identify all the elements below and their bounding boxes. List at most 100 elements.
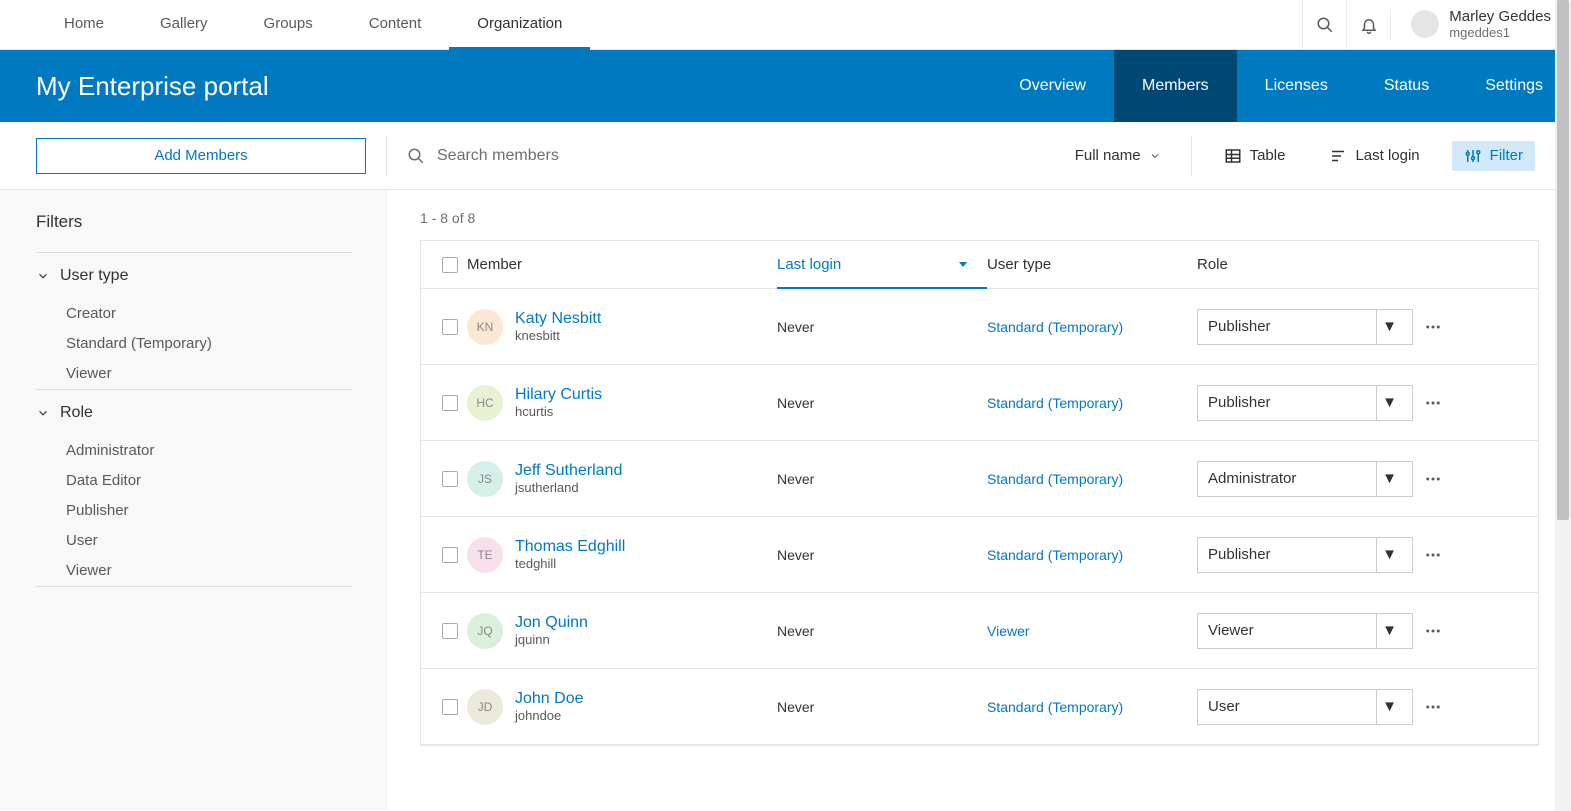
user-type-cell[interactable]: Standard (Temporary) bbox=[987, 319, 1197, 335]
filter-group-user-type[interactable]: User type bbox=[36, 267, 352, 285]
filter-group-role[interactable]: Role bbox=[36, 404, 352, 422]
avatar: JD bbox=[467, 689, 503, 725]
search-icon[interactable] bbox=[1302, 0, 1346, 50]
member-username: jsutherland bbox=[515, 480, 622, 496]
search-members[interactable] bbox=[407, 147, 1045, 165]
nav-item-groups[interactable]: Groups bbox=[236, 0, 341, 50]
table-row: JSJeff SutherlandjsutherlandNeverStandar… bbox=[421, 441, 1538, 517]
member-username: hcurtis bbox=[515, 404, 602, 420]
table-view-button[interactable]: Table bbox=[1212, 141, 1298, 171]
last-login-button[interactable]: Last login bbox=[1317, 141, 1431, 171]
nav-item-content[interactable]: Content bbox=[341, 0, 450, 50]
user-name: Marley Geddes bbox=[1449, 9, 1551, 26]
member-name[interactable]: Hilary Curtis bbox=[515, 385, 602, 404]
last-login-cell: Never bbox=[777, 699, 987, 715]
more-icon[interactable] bbox=[1424, 546, 1442, 564]
members-toolbar: Add Members Full name Table Last login F… bbox=[0, 122, 1571, 190]
filter-item[interactable]: Viewer bbox=[66, 359, 352, 389]
last-login-label: Last login bbox=[1355, 147, 1419, 164]
nav-item-home[interactable]: Home bbox=[36, 0, 132, 50]
more-icon[interactable] bbox=[1424, 470, 1442, 488]
col-last-login-label: Last login bbox=[777, 256, 841, 273]
filter-item[interactable]: Viewer bbox=[66, 556, 352, 586]
filter-label: Filter bbox=[1490, 147, 1523, 164]
portal-title: My Enterprise portal bbox=[36, 71, 991, 102]
member-name[interactable]: Thomas Edghill bbox=[515, 537, 625, 556]
filter-item[interactable]: Administrator bbox=[66, 436, 352, 466]
table-label: Table bbox=[1250, 147, 1286, 164]
list-icon bbox=[1329, 147, 1347, 165]
member-username: knesbitt bbox=[515, 328, 601, 344]
more-icon[interactable] bbox=[1424, 698, 1442, 716]
user-type-cell[interactable]: Standard (Temporary) bbox=[987, 395, 1197, 411]
avatar: JQ bbox=[467, 613, 503, 649]
user-type-cell[interactable]: Viewer bbox=[987, 623, 1197, 639]
filter-item[interactable]: Publisher bbox=[66, 496, 352, 526]
nav-item-gallery[interactable]: Gallery bbox=[132, 0, 236, 50]
row-checkbox[interactable] bbox=[442, 699, 458, 715]
role-select[interactable]: Publisher▼ bbox=[1197, 309, 1413, 345]
col-user-type[interactable]: User type bbox=[987, 256, 1197, 273]
row-checkbox[interactable] bbox=[442, 471, 458, 487]
col-member[interactable]: Member bbox=[467, 256, 777, 273]
role-select[interactable]: Publisher▼ bbox=[1197, 537, 1413, 573]
chevron-down-icon bbox=[36, 269, 50, 283]
tab-members[interactable]: Members bbox=[1114, 50, 1237, 122]
row-checkbox[interactable] bbox=[442, 623, 458, 639]
sort-label: Full name bbox=[1075, 147, 1141, 164]
tab-overview[interactable]: Overview bbox=[991, 50, 1114, 122]
filter-item[interactable]: Creator bbox=[66, 299, 352, 329]
notifications-icon[interactable] bbox=[1346, 0, 1390, 50]
last-login-cell: Never bbox=[777, 319, 987, 335]
filters-heading: Filters bbox=[36, 212, 352, 232]
more-icon[interactable] bbox=[1424, 394, 1442, 412]
row-checkbox[interactable] bbox=[442, 547, 458, 563]
member-name[interactable]: John Doe bbox=[515, 689, 584, 708]
add-members-button[interactable]: Add Members bbox=[36, 138, 366, 174]
more-icon[interactable] bbox=[1424, 622, 1442, 640]
sort-dropdown[interactable]: Full name bbox=[1065, 147, 1171, 164]
filter-item[interactable]: Standard (Temporary) bbox=[66, 329, 352, 359]
filter-button[interactable]: Filter bbox=[1452, 141, 1535, 171]
col-role[interactable]: Role bbox=[1197, 256, 1413, 273]
pager-info: 1 - 8 of 8 bbox=[420, 210, 1539, 226]
role-select[interactable]: Viewer▼ bbox=[1197, 613, 1413, 649]
members-table: Member Last login User type Role KN Katy … bbox=[420, 240, 1539, 746]
nav-item-organization[interactable]: Organization bbox=[449, 0, 590, 50]
row-checkbox[interactable] bbox=[442, 395, 458, 411]
user-type-cell[interactable]: Standard (Temporary) bbox=[987, 471, 1197, 487]
role-select[interactable]: Publisher▼ bbox=[1197, 385, 1413, 421]
user-menu[interactable]: Marley Geddes mgeddes1 bbox=[1390, 9, 1571, 40]
tab-status[interactable]: Status bbox=[1356, 50, 1457, 122]
filter-item[interactable]: User bbox=[66, 526, 352, 556]
search-input[interactable] bbox=[437, 147, 837, 165]
row-checkbox[interactable] bbox=[442, 319, 458, 335]
user-username: mgeddes1 bbox=[1449, 26, 1551, 40]
tab-licenses[interactable]: Licenses bbox=[1237, 50, 1356, 122]
col-last-login[interactable]: Last login bbox=[777, 241, 987, 289]
member-name[interactable]: Jeff Sutherland bbox=[515, 461, 622, 480]
table-row: HCHilary CurtishcurtisNeverStandard (Tem… bbox=[421, 365, 1538, 441]
role-select[interactable]: User▼ bbox=[1197, 689, 1413, 725]
last-login-cell: Never bbox=[777, 395, 987, 411]
more-icon[interactable] bbox=[1424, 318, 1442, 336]
last-login-cell: Never bbox=[777, 547, 987, 563]
table-row: JQ Jon Quinnjquinn NeverViewerViewer▼ bbox=[421, 593, 1538, 669]
table-row: KN Katy Nesbittknesbitt NeverStandard (Tem… bbox=[421, 289, 1538, 365]
search-icon bbox=[407, 147, 425, 165]
scrollbar[interactable] bbox=[1555, 0, 1571, 811]
avatar bbox=[1411, 10, 1439, 38]
last-login-cell: Never bbox=[777, 623, 987, 639]
role-select[interactable]: Administrator▼ bbox=[1197, 461, 1413, 497]
member-username: jquinn bbox=[515, 632, 588, 648]
tab-settings[interactable]: Settings bbox=[1457, 50, 1571, 122]
member-name[interactable]: Katy Nesbitt bbox=[515, 309, 601, 328]
avatar: JS bbox=[467, 461, 503, 497]
select-all-checkbox[interactable] bbox=[442, 257, 458, 273]
member-name[interactable]: Jon Quinn bbox=[515, 613, 588, 632]
avatar: KN bbox=[467, 309, 503, 345]
user-type-cell[interactable]: Standard (Temporary) bbox=[987, 699, 1197, 715]
user-type-cell[interactable]: Standard (Temporary) bbox=[987, 547, 1197, 563]
avatar: TE bbox=[467, 537, 503, 573]
filter-item[interactable]: Data Editor bbox=[66, 466, 352, 496]
